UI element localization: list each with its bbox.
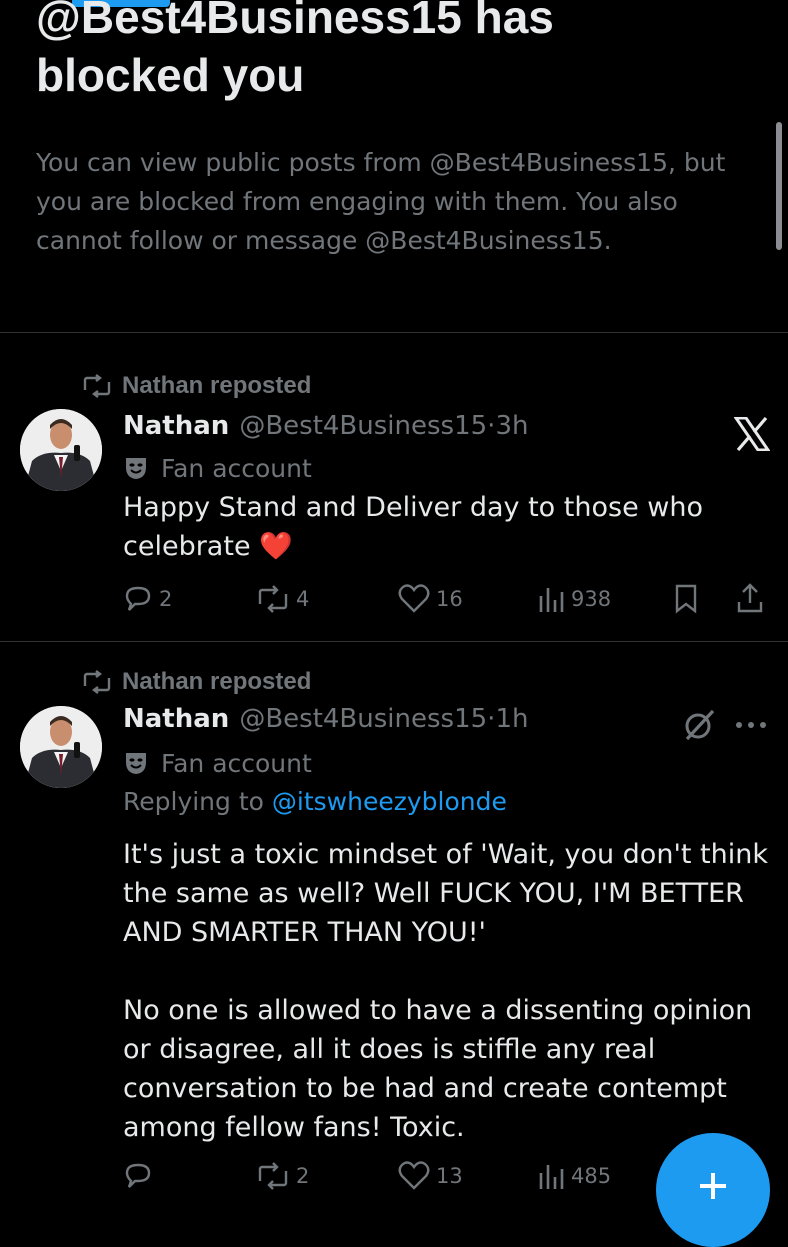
more-options-icon[interactable] [734, 720, 768, 730]
x-logo-icon[interactable] [734, 417, 770, 451]
views-button[interactable]: 485 [537, 1159, 611, 1193]
separator: · [487, 411, 496, 441]
like-button[interactable]: 13 [398, 1159, 463, 1193]
blocked-description: You can view public posts from @Best4Bus… [36, 148, 726, 255]
views-button[interactable]: 938 [537, 582, 611, 616]
reply-mention-link[interactable]: @itswheezyblonde [272, 787, 507, 816]
views-icon [539, 1165, 564, 1189]
post-text: It's just a toxic mindset of 'Wait, you … [123, 839, 768, 1143]
timestamp[interactable]: 1h [495, 704, 528, 734]
action-bar: 2 4 16 938 [123, 582, 773, 616]
repost-count: 2 [296, 1164, 310, 1188]
replying-to: Replying to @itswheezyblonde [123, 787, 507, 816]
theater-mask-icon [126, 458, 146, 479]
like-button[interactable]: 16 [398, 582, 463, 616]
avatar-image [20, 706, 102, 788]
repost-label: Nathan reposted [122, 668, 312, 695]
blocked-notice: @Best4Business15 has blocked you You can… [0, 0, 788, 332]
timestamp[interactable]: 3h [495, 411, 528, 441]
repost-icon [83, 670, 111, 694]
separator: · [487, 704, 496, 734]
like-count: 16 [436, 587, 463, 611]
share-icon[interactable] [735, 582, 765, 614]
display-name[interactable]: Nathan [123, 704, 229, 734]
reply-icon [125, 586, 151, 611]
repost-count: 4 [296, 587, 310, 611]
like-count: 13 [436, 1164, 463, 1188]
bookmark-icon[interactable] [673, 584, 699, 614]
repost-indicator: Nathan reposted [82, 371, 311, 401]
account-label-text: Fan account [161, 453, 312, 483]
reply-icon [125, 1163, 151, 1188]
blocked-title: @Best4Business15 has blocked you [36, 0, 554, 101]
repost-button[interactable]: 4 [256, 582, 309, 616]
heart-icon [398, 584, 430, 613]
reply-button[interactable] [123, 1159, 159, 1193]
views-icon [539, 588, 564, 612]
user-handle[interactable]: @Best4Business15 [239, 411, 487, 441]
grok-icon[interactable] [682, 708, 716, 742]
repost-label: Nathan reposted [122, 372, 312, 399]
account-label: Fan account [123, 451, 312, 485]
compose-button[interactable] [656, 1133, 770, 1247]
post-2[interactable]: Nathan reposted Nathan @Best4Business15 … [0, 642, 788, 1200]
reply-count: 2 [159, 587, 173, 611]
view-count: 485 [571, 1164, 612, 1188]
user-handle[interactable]: @Best4Business15 [239, 704, 487, 734]
avatar[interactable] [20, 706, 102, 788]
plus-icon [700, 1173, 726, 1199]
repost-indicator: Nathan reposted [82, 667, 311, 697]
post-header: Nathan @Best4Business15 · 1h [123, 704, 528, 740]
avatar-image [20, 409, 102, 491]
repost-icon [258, 585, 288, 613]
avatar[interactable] [20, 409, 102, 491]
repost-icon [83, 374, 111, 398]
reply-button[interactable]: 2 [123, 582, 172, 616]
account-label: Fan account [123, 746, 312, 780]
post-1[interactable]: Nathan reposted Nathan @Best4Business15 … [0, 333, 788, 640]
view-count: 938 [571, 587, 612, 611]
replying-prefix: Replying to [123, 787, 264, 816]
repost-icon [258, 1162, 288, 1190]
theater-mask-icon [126, 753, 146, 774]
repost-button[interactable]: 2 [256, 1159, 309, 1193]
account-label-text: Fan account [161, 748, 312, 778]
scrollbar[interactable] [776, 122, 782, 250]
post-text: Happy Stand and Deliver day to those who… [123, 492, 712, 562]
display-name[interactable]: Nathan [123, 411, 229, 441]
post-header: Nathan @Best4Business15 · 3h [123, 411, 528, 447]
heart-icon [398, 1161, 430, 1190]
